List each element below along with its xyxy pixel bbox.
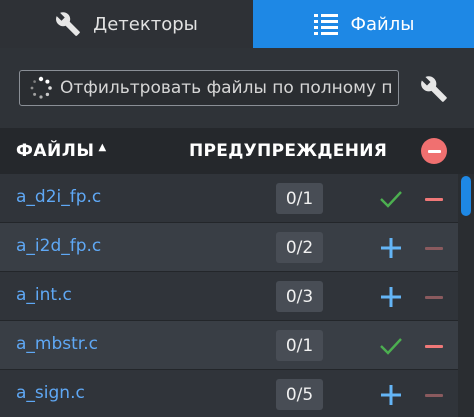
check-icon[interactable] <box>376 184 406 214</box>
tab-files[interactable]: Файлы <box>253 0 474 48</box>
column-header-files[interactable]: ФАЙЛЫ ▲ <box>16 141 107 161</box>
remove-icon[interactable] <box>420 331 448 361</box>
spinner-icon <box>28 75 54 101</box>
column-header-warnings[interactable]: ПРЕДУПРЕЖДЕНИЯ <box>189 141 387 161</box>
file-name-link[interactable]: a_d2i_fp.c <box>16 187 101 207</box>
warning-count-badge: 0/1 <box>276 183 323 214</box>
table-header: ФАЙЛЫ ▲ ПРЕДУПРЕЖДЕНИЯ <box>0 128 474 174</box>
remove-icon[interactable] <box>420 380 448 410</box>
sort-ascending-icon: ▲ <box>98 142 107 153</box>
add-icon[interactable] <box>376 282 406 312</box>
remove-icon[interactable] <box>420 282 448 312</box>
scrollbar-thumb[interactable] <box>461 176 471 216</box>
table-row: a_d2i_fp.c 0/1 <box>0 174 458 223</box>
tab-bar: Детекторы Файлы <box>0 0 474 48</box>
remove-all-icon[interactable] <box>421 138 447 164</box>
filter-box <box>19 70 399 106</box>
scrollbar[interactable] <box>458 174 474 417</box>
table-row: a_int.c 0/3 <box>0 272 458 321</box>
filter-row <box>0 48 474 128</box>
filter-settings-wrench-icon[interactable] <box>418 73 450 105</box>
tab-detectors-label: Детекторы <box>93 13 198 35</box>
warning-count-badge: 0/5 <box>276 379 323 410</box>
file-name-link[interactable]: a_sign.c <box>16 383 85 403</box>
column-header-files-label: ФАЙЛЫ <box>16 141 95 161</box>
table-row: a_i2d_fp.c 0/2 <box>0 223 458 272</box>
remove-icon[interactable] <box>420 233 448 263</box>
warning-count-badge: 0/1 <box>276 330 323 361</box>
table-row: a_mbstr.c 0/1 <box>0 321 458 370</box>
warning-count-badge: 0/3 <box>276 281 323 312</box>
file-name-link[interactable]: a_int.c <box>16 285 72 305</box>
file-list: a_d2i_fp.c 0/1 a_i2d_fp.c 0/2 a_int.c 0/… <box>0 174 474 417</box>
file-name-link[interactable]: a_mbstr.c <box>16 334 98 354</box>
add-icon[interactable] <box>376 233 406 263</box>
check-icon[interactable] <box>376 331 406 361</box>
tab-detectors[interactable]: Детекторы <box>0 0 253 48</box>
tab-files-label: Файлы <box>350 13 415 35</box>
warning-count-badge: 0/2 <box>276 232 323 263</box>
table-row: a_sign.c 0/5 <box>0 370 458 417</box>
remove-icon[interactable] <box>420 184 448 214</box>
list-icon <box>313 12 339 36</box>
filter-input[interactable] <box>60 78 398 98</box>
file-name-link[interactable]: a_i2d_fp.c <box>16 236 101 256</box>
wrench-icon <box>55 11 81 37</box>
add-icon[interactable] <box>376 380 406 410</box>
